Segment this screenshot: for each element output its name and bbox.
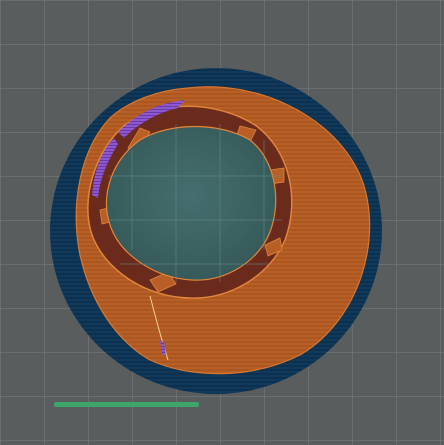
viewport-canvas[interactable] [0, 0, 444, 445]
slicer-3d-viewport[interactable] [0, 0, 444, 445]
layer-slider-bar[interactable] [54, 402, 199, 407]
